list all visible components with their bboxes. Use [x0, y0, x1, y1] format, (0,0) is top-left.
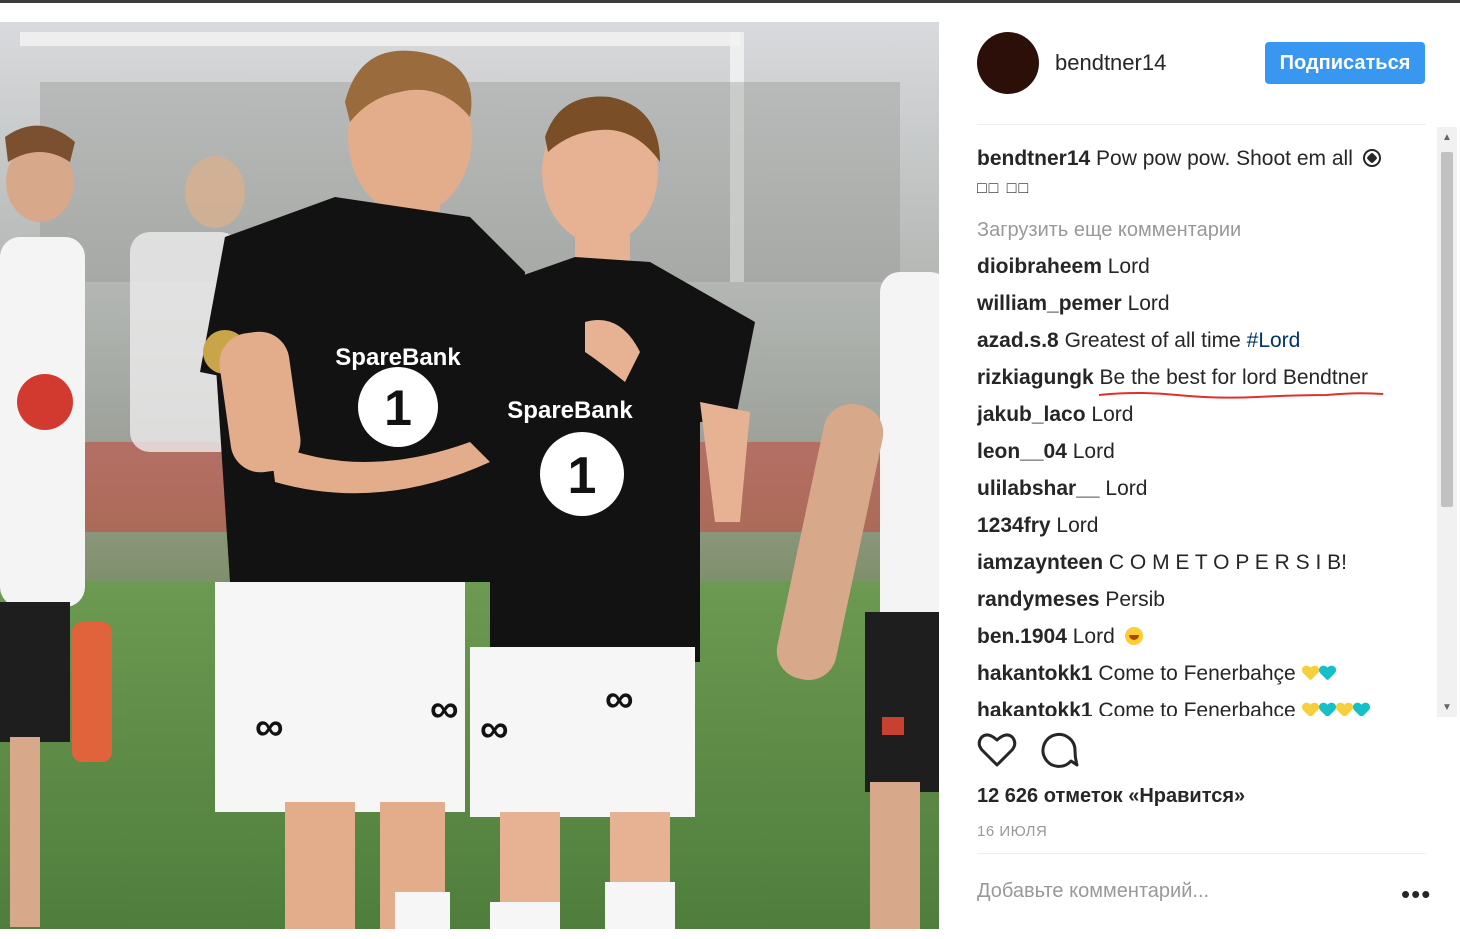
- post-sidebar: bendtner14 Подписаться bendtner14 Pow po…: [939, 0, 1460, 939]
- comment-text: Lord: [1127, 292, 1170, 315]
- comment-username[interactable]: hakantokk1: [977, 699, 1093, 716]
- jersey-sponsor-left: SpareBank: [335, 344, 461, 371]
- svg-text:∞: ∞: [255, 705, 284, 749]
- comment-username[interactable]: randymeses: [977, 588, 1100, 611]
- teal-heart-emoji-icon: [1319, 703, 1336, 716]
- caption-extra: □□ □□: [977, 180, 1031, 197]
- likes-count[interactable]: 12 626 отметок «Нравится»: [977, 785, 1245, 808]
- comment-text: Lord: [1105, 477, 1148, 500]
- comment-item: hakantokk1 Come to Fenerbahçe: [977, 692, 1437, 716]
- scrollbar-thumb[interactable]: [1441, 152, 1453, 507]
- teal-heart-emoji-icon: [1353, 703, 1370, 716]
- comment-text: Lord: [1091, 403, 1134, 426]
- football-players-photo: 1 SpareBank ∞ ∞ 1 SpareBank ∞ ∞: [0, 22, 939, 929]
- comment-item: jakub_laco Lord: [977, 396, 1437, 433]
- follow-button[interactable]: Подписаться: [1265, 42, 1425, 84]
- heart-icon[interactable]: [977, 730, 1017, 770]
- scroll-down-arrow-icon[interactable]: ▼: [1437, 697, 1457, 717]
- comment-username[interactable]: 1234fry: [977, 514, 1051, 537]
- comment-text: Lord: [1072, 440, 1115, 463]
- comment-item: dioibraheem Lord: [977, 248, 1437, 285]
- svg-text:∞: ∞: [605, 677, 634, 721]
- divider: [977, 853, 1426, 854]
- comment-text: Greatest of all time: [1064, 329, 1241, 352]
- add-comment-input[interactable]: [977, 880, 1377, 903]
- svg-text:∞: ∞: [480, 707, 509, 751]
- post-date: 16 ИЮЛЯ: [977, 823, 1048, 840]
- comments-scrollbar[interactable]: ▲ ▼: [1437, 127, 1457, 717]
- smiling-face-emoji-icon: [1124, 627, 1143, 645]
- comment-text: Come to Fenerbahçe: [1098, 662, 1296, 685]
- yellow-heart-emoji-icon: [1302, 666, 1319, 681]
- hashtag-link[interactable]: #Lord: [1247, 329, 1301, 352]
- comment-item: 1234fry Lord: [977, 507, 1437, 544]
- comment-text: Come to Fenerbahçe: [1098, 699, 1296, 716]
- avatar[interactable]: [977, 32, 1039, 94]
- comment-username[interactable]: ben.1904: [977, 625, 1067, 648]
- comment-username[interactable]: hakantokk1: [977, 662, 1093, 685]
- post-author-username[interactable]: bendtner14: [1055, 50, 1166, 76]
- comment-item-highlighted: rizkiagungk Be the best for lord Bendtne…: [977, 359, 1437, 399]
- comment-text: Lord: [1056, 514, 1099, 537]
- soccer-ball-icon: [1362, 149, 1381, 167]
- teal-heart-emoji-icon: [1319, 666, 1336, 681]
- comment-username[interactable]: azad.s.8: [977, 329, 1059, 352]
- comment-username[interactable]: ulilabshar__: [977, 477, 1100, 500]
- comment-text: C O M E T O P E R S I B!: [1108, 551, 1347, 574]
- comment-username[interactable]: dioibraheem: [977, 255, 1102, 278]
- comment-text: Be the best for lord Bendtner: [1099, 366, 1369, 389]
- comment-text: Lord: [1072, 625, 1115, 648]
- comment-item: randymeses Persib: [977, 581, 1437, 618]
- yellow-heart-emoji-icon: [1336, 703, 1353, 716]
- more-options-icon[interactable]: •••: [1401, 881, 1431, 907]
- comment-item: ben.1904 Lord: [977, 618, 1437, 655]
- comment-item: hakantokk1 Come to Fenerbahçe: [977, 655, 1437, 692]
- comment-username[interactable]: rizkiagungk: [977, 366, 1094, 389]
- comment-item: william_pemer Lord: [977, 285, 1437, 322]
- post-photo[interactable]: 1 SpareBank ∞ ∞ 1 SpareBank ∞ ∞: [0, 22, 939, 929]
- comment-username[interactable]: william_pemer: [977, 292, 1122, 315]
- svg-text:∞: ∞: [430, 687, 459, 731]
- yellow-heart-emoji-icon: [1302, 703, 1319, 716]
- comment-icon[interactable]: [1039, 730, 1079, 770]
- load-more-comments-button[interactable]: Загрузить еще комментарии: [977, 219, 1437, 242]
- comment-item: azad.s.8 Greatest of all time #Lord: [977, 322, 1437, 359]
- post-caption: bendtner14 Pow pow pow. Shoot em all □□ …: [977, 145, 1437, 203]
- comments-list[interactable]: bendtner14 Pow pow pow. Shoot em all □□ …: [977, 140, 1437, 716]
- comment-item: ulilabshar__ Lord: [977, 470, 1437, 507]
- jersey-number-left: 1: [384, 380, 412, 436]
- comment-item: leon__04 Lord: [977, 433, 1437, 470]
- comment-username[interactable]: iamzaynteen: [977, 551, 1103, 574]
- comment-item: iamzaynteen C O M E T O P E R S I B!: [977, 544, 1437, 581]
- caption-username[interactable]: bendtner14: [977, 147, 1090, 170]
- comment-text: Lord: [1107, 255, 1150, 278]
- comment-username[interactable]: jakub_laco: [977, 403, 1086, 426]
- comment-username[interactable]: leon__04: [977, 440, 1067, 463]
- scroll-up-arrow-icon[interactable]: ▲: [1437, 127, 1457, 147]
- divider: [977, 124, 1426, 125]
- caption-text: Pow pow pow. Shoot em all: [1096, 147, 1353, 170]
- jersey-number-right: 1: [568, 447, 597, 505]
- comment-text: Persib: [1105, 588, 1165, 611]
- jersey-sponsor-right: SpareBank: [507, 397, 633, 424]
